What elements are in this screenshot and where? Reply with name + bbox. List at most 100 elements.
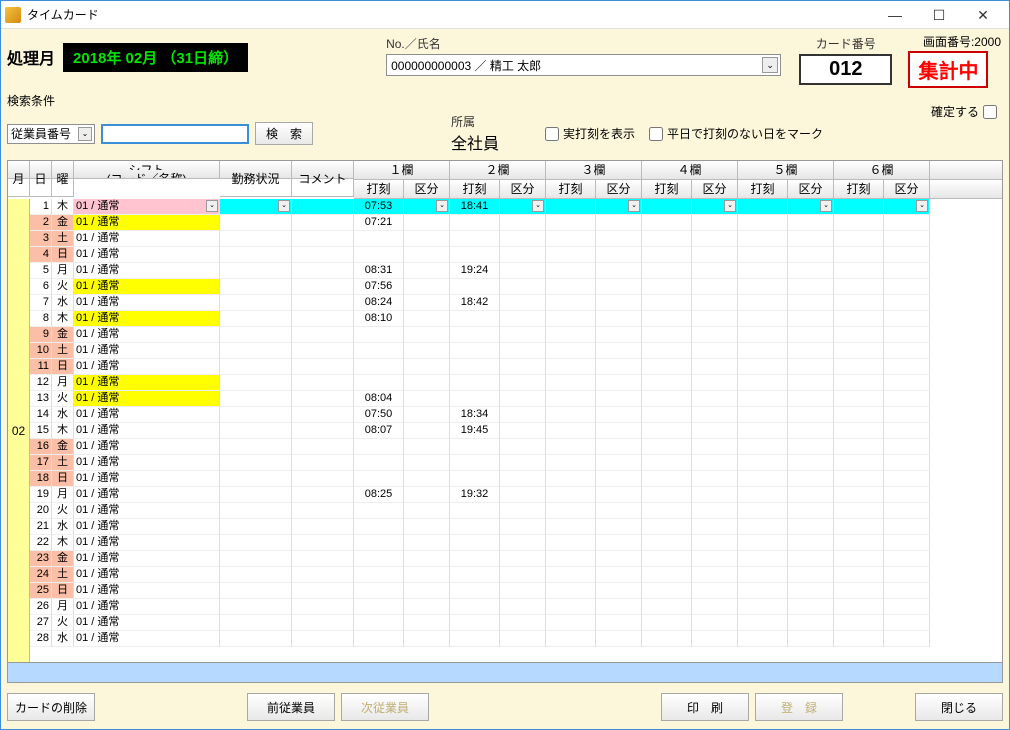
cell-day[interactable]: 26	[30, 599, 52, 615]
print-button[interactable]: 印 刷	[661, 693, 749, 721]
cell-kubun-3[interactable]	[596, 503, 642, 519]
cell-time-5[interactable]	[738, 423, 788, 439]
cell-shift[interactable]: 01 / 通常	[74, 567, 220, 583]
cell-day[interactable]: 16	[30, 439, 52, 455]
cell-day[interactable]: 7	[30, 295, 52, 311]
cell-day[interactable]: 4	[30, 247, 52, 263]
cell-kubun-1[interactable]	[404, 471, 450, 487]
cell-time-1[interactable]	[354, 519, 404, 535]
cell-work[interactable]	[220, 311, 292, 327]
cell-day[interactable]: 15	[30, 423, 52, 439]
cell-day[interactable]: 24	[30, 567, 52, 583]
cell-comment[interactable]	[292, 391, 354, 407]
cell-time-2[interactable]	[450, 551, 500, 567]
cell-kubun-5[interactable]	[788, 487, 834, 503]
cell-work[interactable]	[220, 343, 292, 359]
cell-work[interactable]	[220, 455, 292, 471]
cell-day[interactable]: 12	[30, 375, 52, 391]
cell-time-5[interactable]	[738, 311, 788, 327]
cell-kubun-6[interactable]	[884, 551, 930, 567]
cell-time-5[interactable]	[738, 551, 788, 567]
cell-kubun-4[interactable]	[692, 567, 738, 583]
cell-shift[interactable]: 01 / 通常	[74, 599, 220, 615]
cell-time-1[interactable]: 07:50	[354, 407, 404, 423]
cell-time-4[interactable]	[642, 615, 692, 631]
cell-time-3[interactable]	[546, 471, 596, 487]
cell-work[interactable]	[220, 503, 292, 519]
cell-time-4[interactable]	[642, 567, 692, 583]
cell-time-3[interactable]	[546, 439, 596, 455]
cell-kubun-4[interactable]	[692, 279, 738, 295]
cell-kubun-2[interactable]	[500, 407, 546, 423]
cell-kubun-4[interactable]	[692, 231, 738, 247]
cell-kubun-2[interactable]	[500, 247, 546, 263]
cell-kubun-5[interactable]	[788, 503, 834, 519]
cell-kubun-2[interactable]: ⌄	[500, 199, 546, 215]
cell-work[interactable]	[220, 215, 292, 231]
cell-time-3[interactable]	[546, 311, 596, 327]
cell-kubun-4[interactable]	[692, 439, 738, 455]
cell-work[interactable]	[220, 359, 292, 375]
cell-time-3[interactable]	[546, 295, 596, 311]
cell-kubun-6[interactable]	[884, 375, 930, 391]
cell-time-3[interactable]	[546, 359, 596, 375]
cell-time-1[interactable]	[354, 615, 404, 631]
cell-comment[interactable]	[292, 471, 354, 487]
cell-kubun-4[interactable]	[692, 327, 738, 343]
cell-kubun-2[interactable]	[500, 519, 546, 535]
cell-kubun-3[interactable]	[596, 423, 642, 439]
cell-kubun-3[interactable]	[596, 455, 642, 471]
cell-day[interactable]: 10	[30, 343, 52, 359]
cell-time-3[interactable]	[546, 583, 596, 599]
cell-time-5[interactable]	[738, 567, 788, 583]
cell-shift[interactable]: 01 / 通常	[74, 503, 220, 519]
cell-work[interactable]	[220, 439, 292, 455]
cell-kubun-3[interactable]	[596, 615, 642, 631]
cell-time-3[interactable]	[546, 551, 596, 567]
cell-kubun-4[interactable]	[692, 583, 738, 599]
cell-time-6[interactable]	[834, 519, 884, 535]
cell-time-4[interactable]	[642, 519, 692, 535]
cell-time-6[interactable]	[834, 535, 884, 551]
cell-time-4[interactable]	[642, 471, 692, 487]
cell-time-4[interactable]	[642, 199, 692, 215]
cell-kubun-2[interactable]	[500, 471, 546, 487]
cell-day[interactable]: 3	[30, 231, 52, 247]
cell-time-1[interactable]: 07:53	[354, 199, 404, 215]
cell-comment[interactable]	[292, 247, 354, 263]
show-actual-time-checkbox[interactable]	[545, 127, 559, 141]
cell-kubun-5[interactable]	[788, 519, 834, 535]
cell-kubun-5[interactable]	[788, 423, 834, 439]
chevron-down-icon[interactable]: ⌄	[206, 200, 218, 212]
cell-kubun-3[interactable]	[596, 631, 642, 647]
cell-kubun-5[interactable]	[788, 471, 834, 487]
cell-kubun-6[interactable]	[884, 599, 930, 615]
cell-comment[interactable]	[292, 615, 354, 631]
cell-work[interactable]: ⌄	[220, 199, 292, 215]
cell-kubun-5[interactable]	[788, 311, 834, 327]
cell-kubun-1[interactable]	[404, 327, 450, 343]
cell-kubun-1[interactable]	[404, 247, 450, 263]
cell-kubun-5[interactable]	[788, 551, 834, 567]
cell-kubun-3[interactable]	[596, 359, 642, 375]
cell-time-1[interactable]	[354, 327, 404, 343]
cell-kubun-1[interactable]	[404, 279, 450, 295]
chevron-down-icon[interactable]: ⌄	[628, 200, 640, 212]
cell-time-5[interactable]	[738, 455, 788, 471]
cell-kubun-1[interactable]	[404, 407, 450, 423]
cell-time-1[interactable]: 08:04	[354, 391, 404, 407]
cell-kubun-5[interactable]	[788, 231, 834, 247]
cell-kubun-2[interactable]	[500, 231, 546, 247]
cell-time-2[interactable]	[450, 615, 500, 631]
cell-kubun-3[interactable]	[596, 551, 642, 567]
cell-kubun-1[interactable]	[404, 615, 450, 631]
cell-day[interactable]: 11	[30, 359, 52, 375]
cell-kubun-2[interactable]	[500, 375, 546, 391]
cell-time-2[interactable]	[450, 439, 500, 455]
cell-time-2[interactable]	[450, 471, 500, 487]
cell-time-1[interactable]: 08:07	[354, 423, 404, 439]
cell-comment[interactable]	[292, 599, 354, 615]
cell-shift[interactable]: 01 / 通常	[74, 215, 220, 231]
confirm-checkbox[interactable]	[983, 105, 997, 119]
chevron-down-icon[interactable]: ⌄	[762, 57, 778, 73]
